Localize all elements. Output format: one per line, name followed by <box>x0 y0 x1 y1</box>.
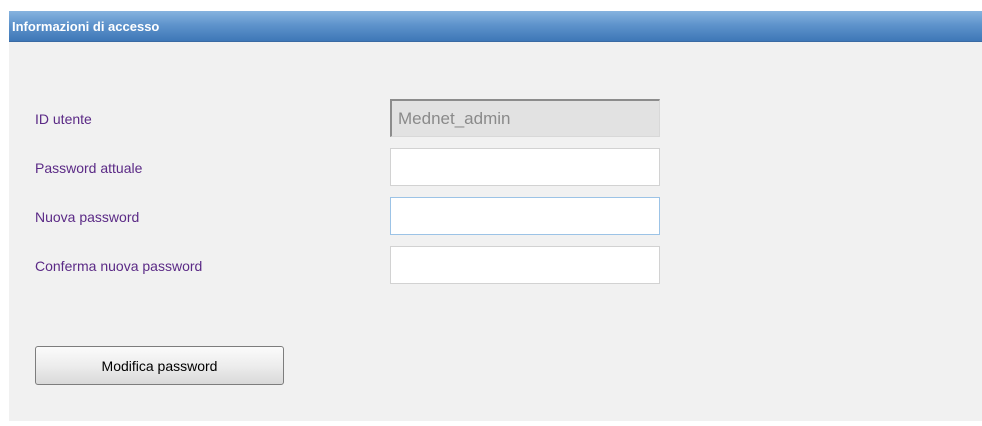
new-password-field[interactable] <box>390 197 660 235</box>
access-info-panel: Informazioni di accesso ID utente Passwo… <box>9 11 982 421</box>
current-password-label: Password attuale <box>35 160 143 176</box>
confirm-password-field[interactable] <box>390 246 660 284</box>
new-password-label: Nuova password <box>35 209 140 225</box>
panel-header: Informazioni di accesso <box>9 11 982 42</box>
user-id-label: ID utente <box>35 111 92 127</box>
panel-title: Informazioni di accesso <box>12 19 160 34</box>
current-password-field[interactable] <box>390 148 660 186</box>
change-password-button[interactable]: Modifica password <box>35 346 284 385</box>
user-id-field <box>390 99 660 137</box>
confirm-password-label: Conferma nuova password <box>35 258 203 274</box>
